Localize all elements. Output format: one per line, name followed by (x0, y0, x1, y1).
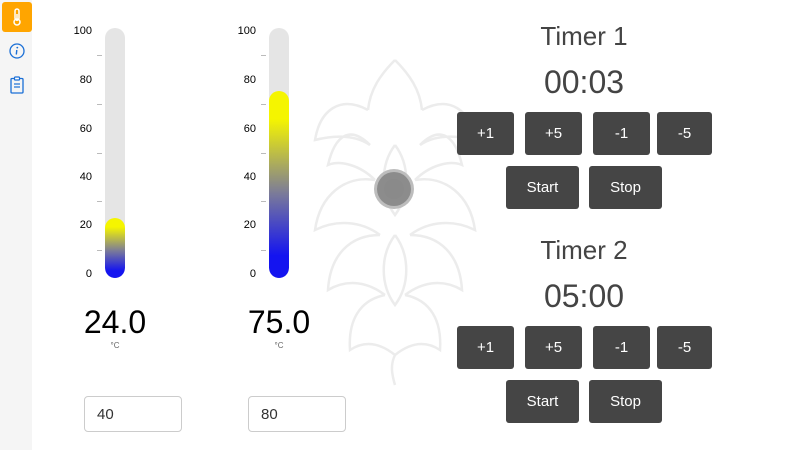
thermometer-icon (11, 8, 23, 26)
scale-label: 20 (79, 219, 92, 231)
tick (97, 201, 102, 202)
tick (97, 250, 102, 251)
status-indicator-core (384, 179, 404, 199)
temperature-unit: °C (110, 341, 120, 350)
thermometer-tube (105, 28, 125, 278)
scale-label: 100 (73, 25, 92, 37)
timer-title: Timer 1 (540, 21, 628, 51)
thermometer-fill (269, 90, 289, 278)
timer-add-1-button[interactable]: +1 (457, 112, 514, 155)
timer-title: Timer 2 (540, 235, 628, 265)
timer-start-button[interactable]: Start (506, 380, 579, 423)
info-icon (9, 43, 25, 59)
timer-add-5-button[interactable]: +5 (525, 326, 582, 369)
sidebar (0, 0, 32, 450)
tick (261, 104, 266, 105)
tick (261, 201, 266, 202)
timer-add-5-button[interactable]: +5 (525, 112, 582, 155)
temperature-reading: 24.0 (83, 304, 147, 340)
tick (97, 55, 102, 56)
tick (97, 104, 102, 105)
thermometer-tube (269, 28, 289, 278)
timer-subtract-5-button[interactable]: -5 (657, 326, 712, 369)
scale-label: 60 (79, 123, 92, 135)
scale-label: 80 (243, 74, 256, 86)
timer-value: 00:03 (543, 64, 625, 100)
scale-label: 60 (243, 123, 256, 135)
tick (97, 153, 102, 154)
tick (261, 250, 266, 251)
timer-subtract-1-button[interactable]: -1 (593, 112, 650, 155)
scale-label: 80 (79, 74, 92, 86)
timer-value: 05:00 (543, 278, 625, 314)
temperature-reading: 75.0 (247, 304, 311, 340)
sidebar-item-info[interactable] (2, 36, 32, 66)
temperature-unit: °C (274, 341, 284, 350)
scale-label: 40 (243, 171, 256, 183)
tick (261, 55, 266, 56)
clipboard-icon (10, 76, 24, 94)
scale-label: 100 (237, 25, 256, 37)
status-indicator (377, 172, 411, 206)
timer-start-button[interactable]: Start (506, 166, 579, 209)
scale-label: 20 (243, 219, 256, 231)
tick (261, 153, 266, 154)
sidebar-item-temperature[interactable] (2, 2, 32, 32)
timer-add-1-button[interactable]: +1 (457, 326, 514, 369)
timer-subtract-1-button[interactable]: -1 (593, 326, 650, 369)
setpoint-input[interactable] (248, 396, 346, 432)
scale-label: 0 (85, 268, 92, 280)
scale-label: 40 (79, 171, 92, 183)
scale-label: 0 (249, 268, 256, 280)
sidebar-item-clipboard[interactable] (2, 70, 32, 100)
thermometer-fill (105, 218, 125, 278)
timer-stop-button[interactable]: Stop (589, 380, 662, 423)
setpoint-input[interactable] (84, 396, 182, 432)
timer-stop-button[interactable]: Stop (589, 166, 662, 209)
timer-subtract-5-button[interactable]: -5 (657, 112, 712, 155)
